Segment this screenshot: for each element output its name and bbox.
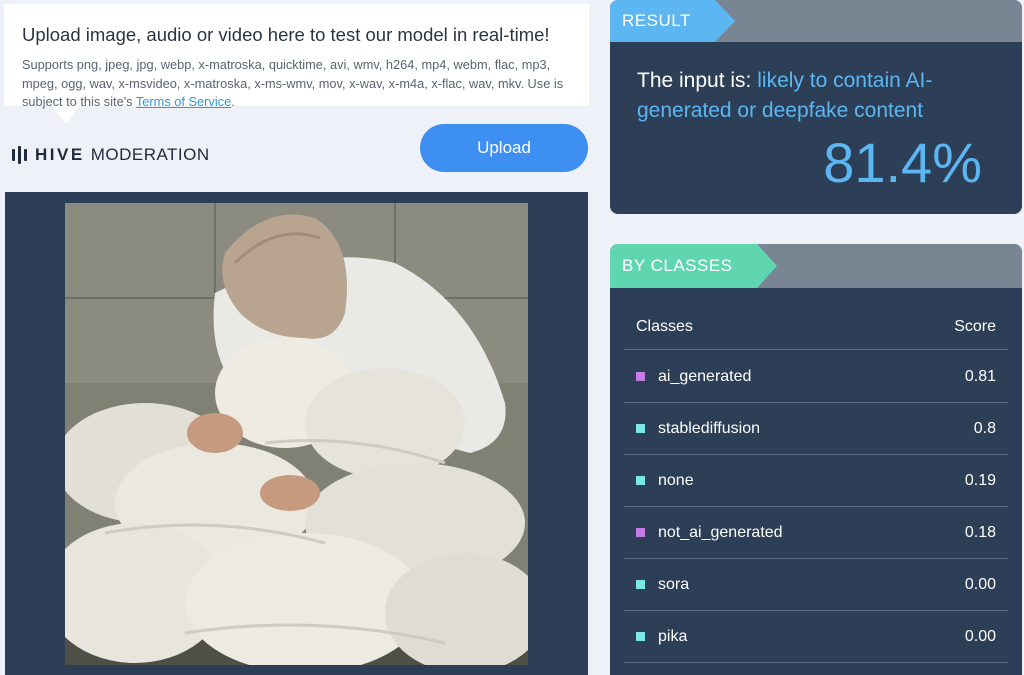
class-color-swatch [636, 528, 645, 537]
upload-info-card: Upload image, audio or video here to tes… [4, 4, 589, 124]
table-row: none 0.19 [624, 455, 1008, 507]
class-color-swatch [636, 632, 645, 641]
table-row: not_ai_generated 0.18 [624, 507, 1008, 559]
hive-logo-icon [12, 146, 27, 164]
table-row: stablediffusion 0.8 [624, 403, 1008, 455]
class-color-swatch [636, 372, 645, 381]
class-name: none [658, 471, 694, 489]
result-card-header: RESULT [610, 0, 1022, 42]
brand-hive: HIVE [35, 145, 85, 164]
column-score: Score [954, 317, 996, 335]
table-row: pika 0.00 [624, 611, 1008, 663]
class-name: pika [658, 627, 688, 645]
by-classes-card: BY CLASSES Classes Score ai_generated 0.… [610, 244, 1022, 675]
class-name: stablediffusion [658, 419, 760, 437]
class-name: not_ai_generated [658, 523, 783, 541]
upload-info-title: Upload image, audio or video here to tes… [22, 24, 550, 45]
class-color-swatch [636, 476, 645, 485]
class-score: 0.8 [973, 419, 996, 437]
classes-table-body: ai_generated 0.81 stablediffusion 0.8 no… [624, 351, 1008, 663]
result-card: RESULT The input is: likely to contain A… [610, 0, 1022, 214]
class-score: 0.19 [964, 471, 996, 489]
class-name: ai_generated [658, 367, 752, 385]
formats-list: Supports png, jpeg, jpg, webp, x-matrosk… [22, 57, 564, 109]
class-color-swatch [636, 580, 645, 589]
class-score: 0.00 [964, 575, 996, 593]
upload-button[interactable]: Upload [420, 124, 588, 172]
result-tab: RESULT [610, 0, 735, 42]
uploaded-image [65, 203, 528, 665]
class-score: 0.81 [964, 367, 996, 385]
result-prefix: The input is: [637, 69, 758, 92]
column-classes: Classes [636, 317, 693, 335]
class-name: sora [658, 575, 690, 593]
classes-card-header: BY CLASSES [610, 244, 1022, 288]
hive-moderation-logo: HIVE MODERATION [12, 144, 210, 166]
image-preview-panel [5, 192, 588, 675]
class-score: 0.00 [964, 627, 996, 645]
result-percentage: 81.4% [823, 131, 982, 194]
classes-table-header: Classes Score [624, 304, 1008, 350]
class-score: 0.18 [964, 523, 996, 541]
supported-formats-text: Supports png, jpeg, jpg, webp, x-matrosk… [22, 57, 564, 109]
class-color-swatch [636, 424, 645, 433]
terms-of-service-link[interactable]: Terms of Service [136, 94, 231, 109]
brand-moderation: MODERATION [90, 145, 210, 164]
table-row: sora 0.00 [624, 559, 1008, 611]
result-message: The input is: likely to contain AI-gener… [637, 66, 997, 126]
table-row: ai_generated 0.81 [624, 351, 1008, 403]
by-classes-tab: BY CLASSES [610, 244, 776, 288]
